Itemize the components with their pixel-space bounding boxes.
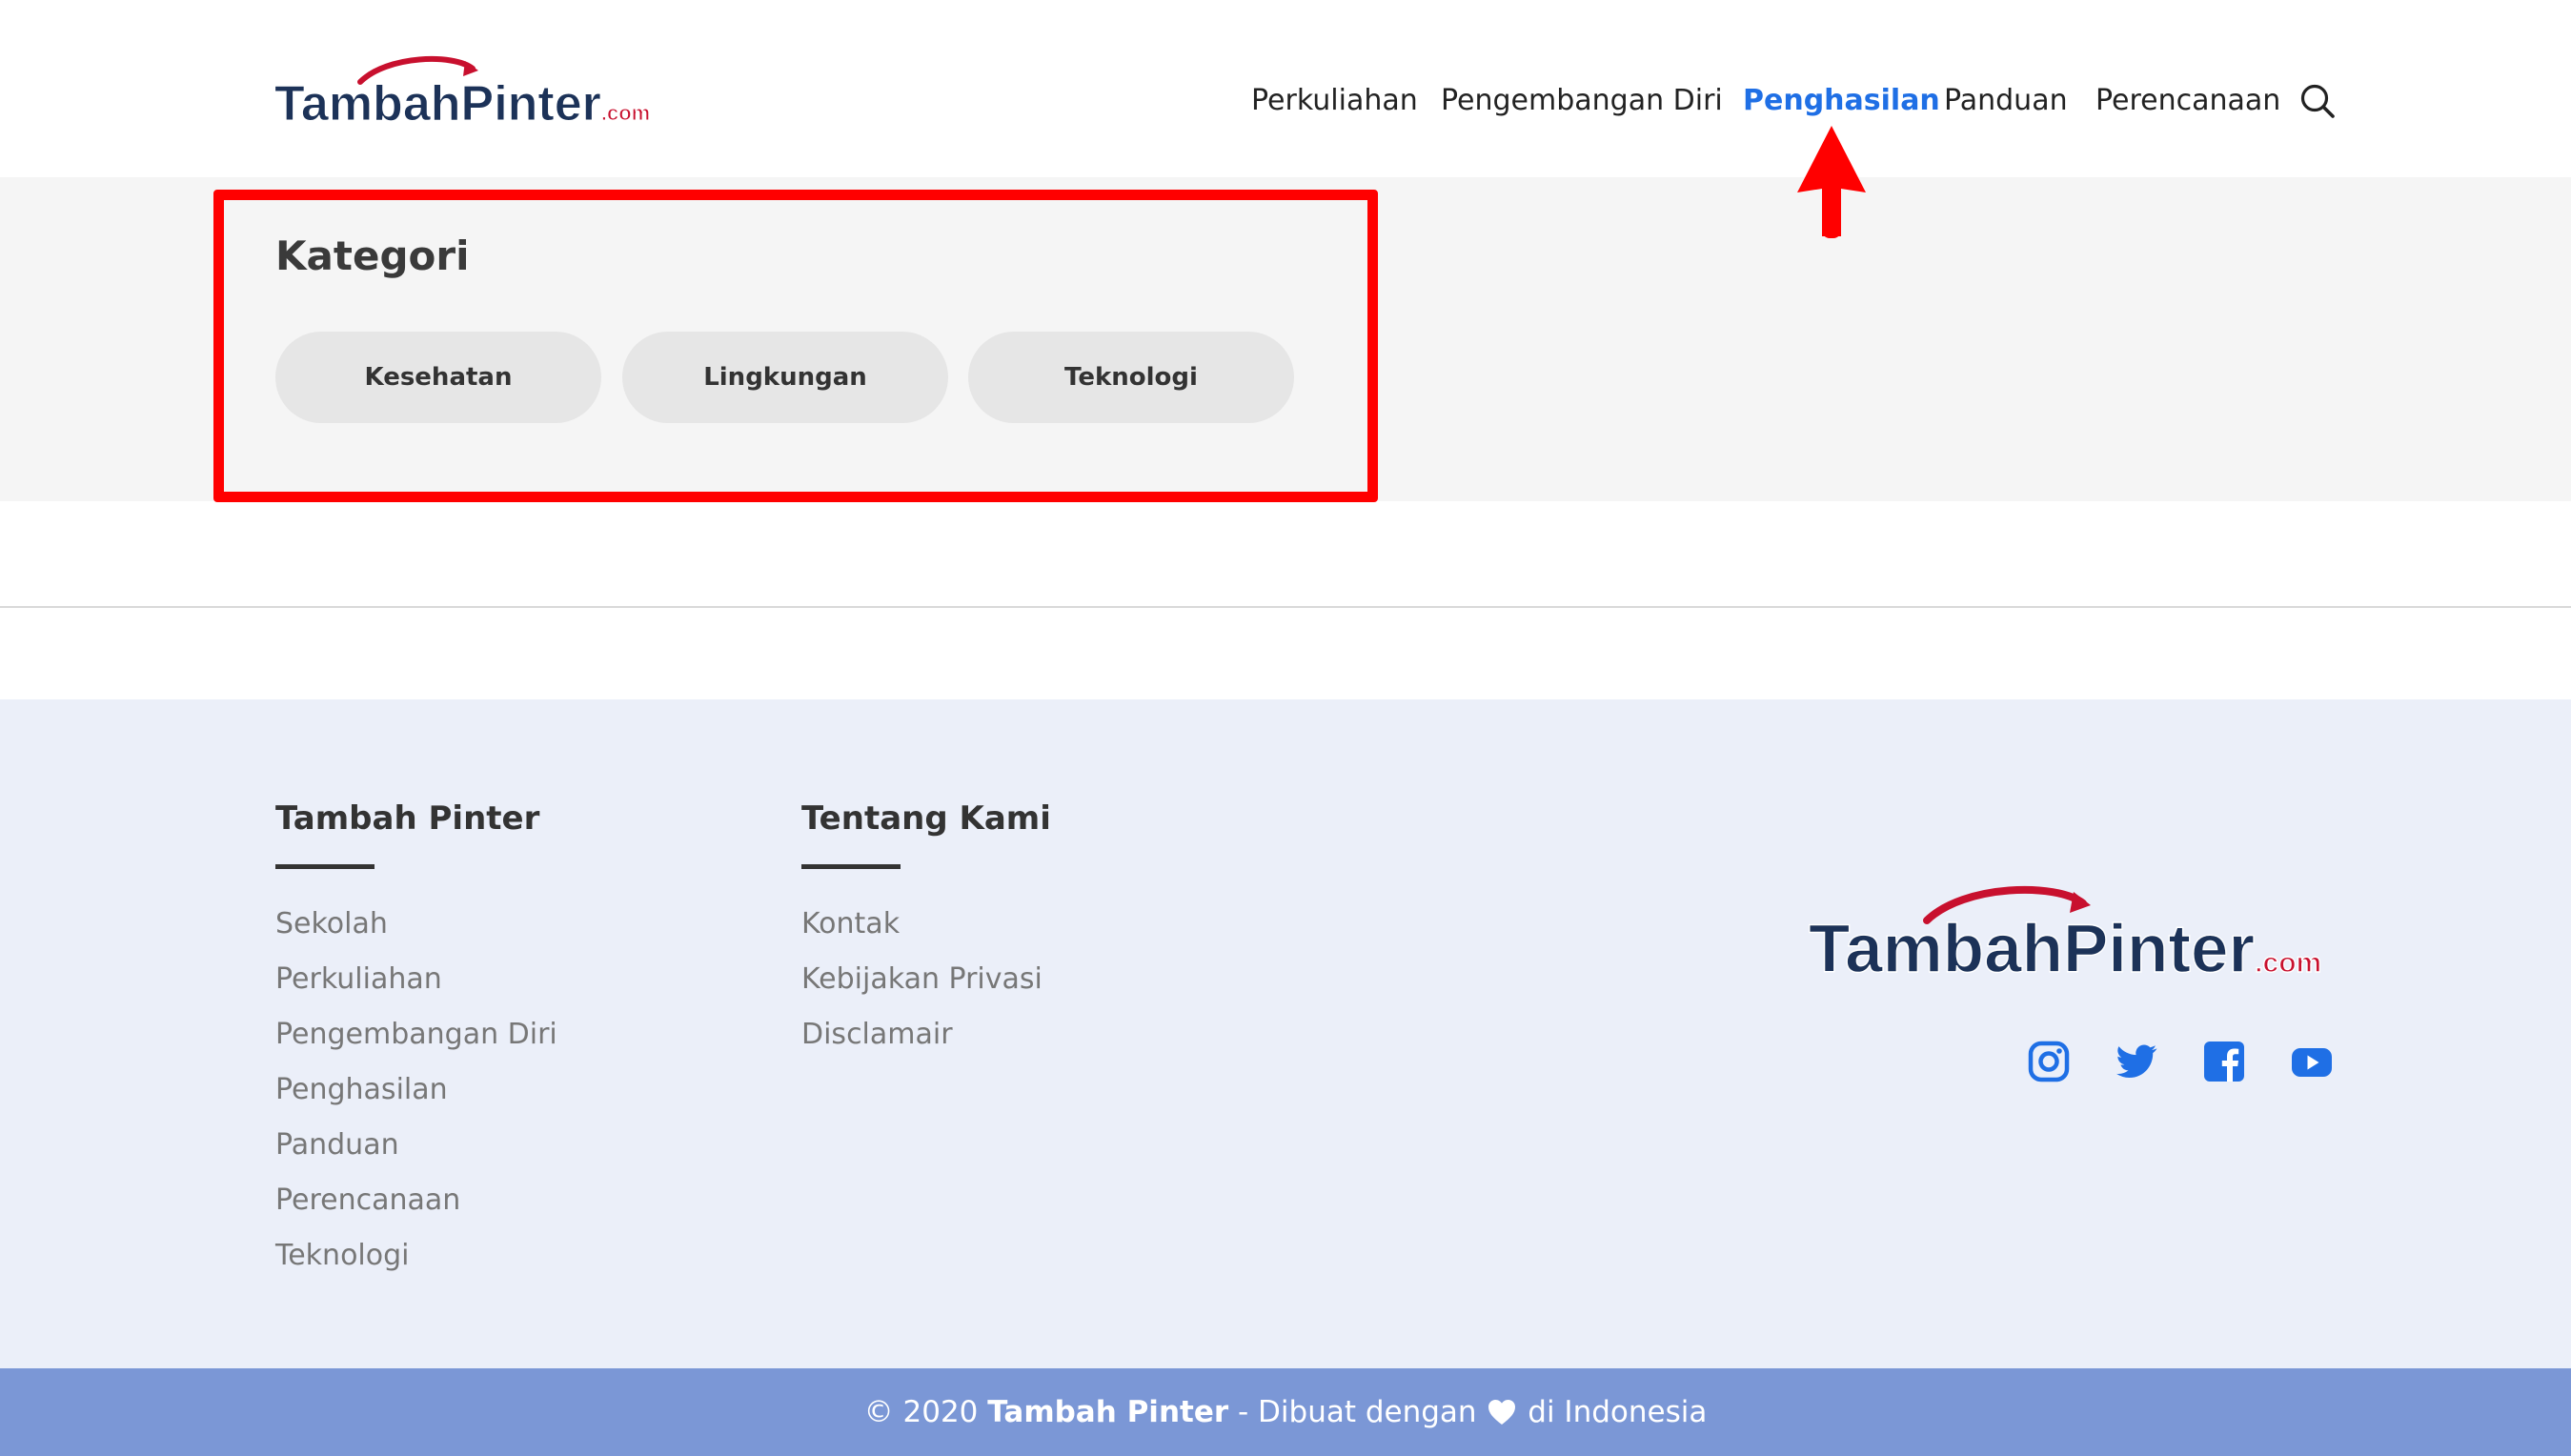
footer-link-kontak[interactable]: Kontak	[801, 903, 900, 945]
footer-link-penghasilan[interactable]: Penghasilan	[275, 1069, 448, 1111]
section-divider	[0, 606, 2571, 608]
search-icon[interactable]	[2298, 82, 2337, 120]
footer-link-pengembangan-diri[interactable]: Pengembangan Diri	[275, 1014, 557, 1056]
footer-link-disclamair[interactable]: Disclamair	[801, 1014, 953, 1056]
nav-item-perkuliahan[interactable]: Perkuliahan	[1251, 80, 1418, 122]
footer-heading-underline	[275, 864, 375, 869]
footer-logo-word-1: Tambah	[1809, 912, 2063, 985]
main-nav: Perkuliahan Pengembangan Diri Penghasila…	[0, 80, 2571, 122]
nav-item-pengembangan-diri[interactable]: Pengembangan Diri	[1441, 80, 1723, 122]
footer-link-panduan[interactable]: Panduan	[275, 1124, 399, 1166]
nav-item-penghasilan[interactable]: Penghasilan	[1743, 80, 1940, 122]
footer-logo-suffix: .com	[2255, 947, 2321, 979]
footer-logo-word-2: Pinter	[2063, 912, 2255, 985]
footer-heading-tambah-pinter: Tambah Pinter	[275, 799, 540, 838]
footer-heading-tentang-kami: Tentang Kami	[801, 799, 1051, 838]
footer-link-sekolah[interactable]: Sekolah	[275, 903, 388, 945]
footer-heading-underline	[801, 864, 901, 869]
youtube-icon[interactable]	[2289, 1039, 2335, 1084]
category-pill-teknologi[interactable]: Teknologi	[968, 332, 1294, 423]
category-title: Kategori	[275, 233, 470, 279]
nav-item-perencanaan[interactable]: Perencanaan	[2095, 80, 2280, 122]
twitter-icon[interactable]	[2114, 1039, 2159, 1084]
instagram-icon[interactable]	[2026, 1039, 2072, 1084]
footer-logo[interactable]: TambahPinter.com	[1807, 884, 2335, 985]
copyright-suffix: di Indonesia	[1518, 1395, 1708, 1429]
heart-icon	[1488, 1400, 1516, 1425]
footer-link-perkuliahan[interactable]: Perkuliahan	[275, 959, 442, 1001]
nav-item-panduan[interactable]: Panduan	[1944, 80, 2068, 122]
footer-link-kebijakan-privasi[interactable]: Kebijakan Privasi	[801, 959, 1043, 1001]
copyright-brand[interactable]: Tambah Pinter	[987, 1395, 1228, 1429]
footer-link-perencanaan[interactable]: Perencanaan	[275, 1180, 460, 1222]
facebook-icon[interactable]	[2201, 1039, 2247, 1084]
copyright-prefix: © 2020	[863, 1395, 988, 1429]
category-pill-lingkungan[interactable]: Lingkungan	[622, 332, 948, 423]
category-pill-kesehatan[interactable]: Kesehatan	[275, 332, 601, 423]
copyright-bar: © 2020 Tambah Pinter - Dibuat dengan di …	[0, 1368, 2571, 1456]
copyright-middle: - Dibuat dengan	[1228, 1395, 1487, 1429]
svg-text:TambahPinter.com: TambahPinter.com	[1809, 912, 2321, 985]
footer-link-teknologi[interactable]: Teknologi	[275, 1235, 410, 1277]
